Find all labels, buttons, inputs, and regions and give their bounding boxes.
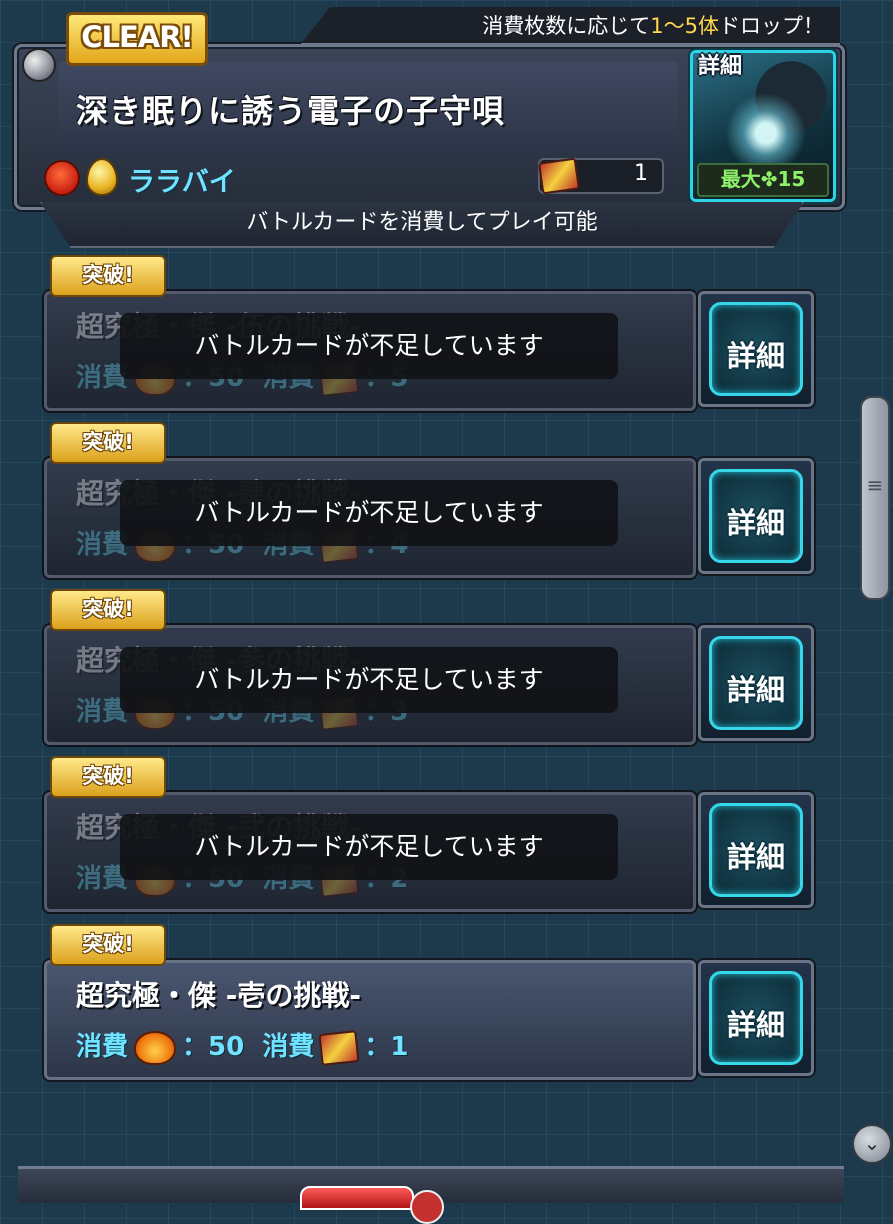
bottom-tab-button[interactable] — [300, 1186, 414, 1210]
detail-button[interactable]: 詳細 — [698, 625, 814, 741]
clear-badge: CLEAR! — [66, 12, 208, 66]
cost-label: 消費 — [262, 1032, 315, 1062]
breakthrough-badge: 突破! — [50, 255, 166, 297]
stamina-cost: ：50 — [182, 1032, 245, 1062]
insufficient-cards-toast: バトルカードが不足しています — [120, 480, 618, 546]
clover-icon: ✤ — [760, 167, 778, 191]
max-value: 15 — [777, 167, 806, 191]
play-condition-bar: バトルカードを消費してプレイ可能 — [40, 202, 804, 248]
breakthrough-badge: 突破! — [50, 924, 166, 966]
card-cost: ：1 — [364, 1032, 409, 1062]
detail-button-label: 詳細 — [726, 673, 785, 707]
detail-button-label: 詳細 — [726, 840, 785, 874]
cost-line: 消費 ：50 消費 ：1 — [76, 1026, 409, 1066]
insufficient-cards-toast: バトルカードが不足しています — [120, 313, 618, 379]
drop-banner-prefix: 消費枚数に応じて — [482, 14, 651, 38]
battle-card-icon — [318, 1029, 360, 1066]
detail-button-label: 詳細 — [726, 339, 785, 373]
scrollbar-track[interactable] — [856, 0, 886, 1200]
insufficient-cards-toast: バトルカードが不足しています — [120, 647, 618, 713]
drop-banner-highlight: 1〜5体 — [650, 14, 719, 38]
grip-icon: ≡ — [866, 473, 884, 497]
element-name: ララバイ — [128, 167, 236, 198]
card-count: 1 — [634, 161, 648, 186]
detail-button-face[interactable]: 詳細 — [709, 803, 803, 897]
battle-card-icon — [537, 157, 581, 195]
chevron-down-icon[interactable]: ⌄ — [852, 1124, 892, 1164]
detail-button-face[interactable]: 詳細 — [709, 971, 803, 1065]
egg-icon — [86, 158, 118, 196]
pin-icon — [22, 48, 56, 82]
portrait-detail-label: 詳細 — [698, 54, 743, 79]
detail-button[interactable]: 詳細 — [698, 458, 814, 574]
max-label: 最大 — [720, 167, 761, 191]
breakthrough-badge: 突破! — [50, 422, 166, 464]
drop-info-banner: 消費枚数に応じて1〜5体ドロップ！ — [300, 7, 840, 45]
detail-button-label: 詳細 — [726, 506, 785, 540]
detail-button[interactable]: 詳細 — [698, 792, 814, 908]
devil-type-icon — [44, 160, 80, 196]
quest-name: 超究極・傑 -壱の挑戦- — [76, 979, 361, 1012]
detail-button-face[interactable]: 詳細 — [709, 302, 803, 396]
quest-row-5[interactable]: 突破! 超究極・傑 -伍の挑戦- 消費：50 消費：5 バトルカードが不足してい… — [44, 255, 814, 411]
insufficient-cards-toast: バトルカードが不足しています — [120, 814, 618, 880]
scrollbar-thumb[interactable]: ≡ — [860, 396, 890, 600]
detail-button[interactable]: 詳細 — [698, 960, 814, 1076]
bottom-round-button[interactable] — [410, 1190, 444, 1224]
quest-row-2[interactable]: 突破! 超究極・傑 -弐の挑戦- 消費：50 消費：2 バトルカードが不足してい… — [44, 756, 814, 912]
detail-button-face[interactable]: 詳細 — [709, 469, 803, 563]
max-luck-badge: 最大✤15 — [697, 163, 829, 197]
quest-row-4[interactable]: 突破! 超究極・傑 -肆の挑戦- 消費：50 消費：4 バトルカードが不足してい… — [44, 422, 814, 578]
breakthrough-badge: 突破! — [50, 756, 166, 798]
quest-row-3[interactable]: 突破! 超究極・傑 -参の挑戦- 消費：50 消費：3 バトルカードが不足してい… — [44, 589, 814, 745]
detail-button[interactable]: 詳細 — [698, 291, 814, 407]
detail-button-label: 詳細 — [726, 1008, 785, 1042]
cost-label: 消費 — [76, 1032, 129, 1062]
quest-row-1[interactable]: 突破! 超究極・傑 -壱の挑戦- 消費 ：50 消費 ：1 詳細 — [44, 924, 814, 1080]
detail-button-face[interactable]: 詳細 — [709, 636, 803, 730]
quest-title: 深き眠りに誘う電子の子守唄 — [76, 92, 506, 130]
drop-banner-suffix: ドロップ！ — [719, 14, 824, 38]
breakthrough-badge: 突破! — [50, 589, 166, 631]
stamina-icon — [134, 1030, 177, 1065]
